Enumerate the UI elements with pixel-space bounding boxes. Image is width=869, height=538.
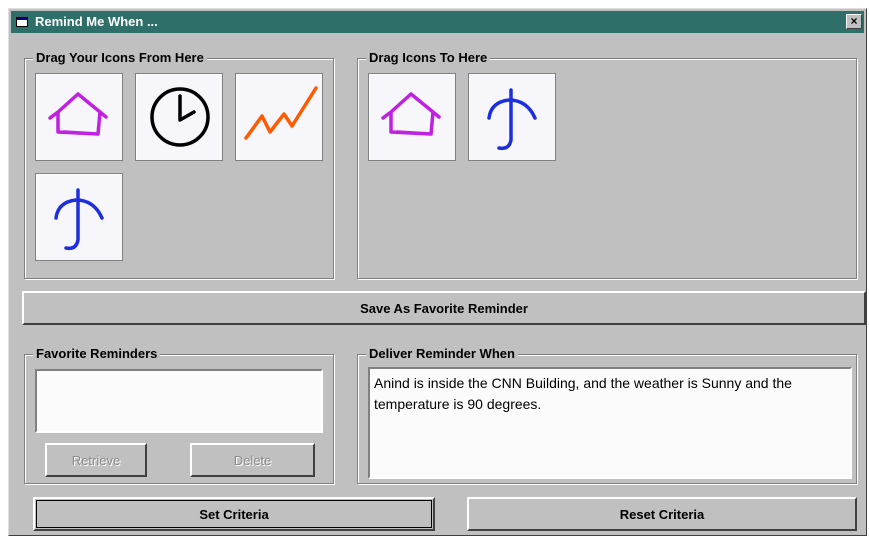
umbrella-icon <box>487 88 537 151</box>
deliver-criteria-text: Anind is inside the CNN Building, and th… <box>374 375 792 412</box>
house-icon <box>381 92 441 136</box>
source-icons-label: Drag Your Icons From Here <box>33 50 207 65</box>
target-icons-group[interactable]: Drag Icons To Here <box>357 50 857 279</box>
source-house-tile[interactable] <box>35 73 123 161</box>
title-bar[interactable]: Remind Me When ... × <box>11 11 864 33</box>
deliver-criteria-textbox[interactable]: Anind is inside the CNN Building, and th… <box>368 367 852 479</box>
save-favorite-button[interactable]: Save As Favorite Reminder <box>22 291 866 325</box>
favorite-reminders-group: Favorite Reminders Retrieve Delete <box>24 346 334 484</box>
source-umbrella-tile[interactable] <box>35 173 123 261</box>
favorite-reminders-label: Favorite Reminders <box>33 346 161 361</box>
set-criteria-button[interactable]: Set Criteria <box>33 497 435 531</box>
deliver-when-group: Deliver Reminder When Anind is inside th… <box>357 346 857 484</box>
remind-me-window: Remind Me When ... × Drag Your Icons Fro… <box>8 8 867 536</box>
retrieve-button[interactable]: Retrieve <box>45 443 147 477</box>
target-house-tile[interactable] <box>368 73 456 161</box>
umbrella-icon <box>54 188 104 251</box>
close-button[interactable]: × <box>846 14 862 29</box>
target-umbrella-tile[interactable] <box>468 73 556 161</box>
app-window-icon <box>16 17 28 27</box>
house-icon <box>48 92 108 136</box>
reset-criteria-button[interactable]: Reset Criteria <box>467 497 857 531</box>
source-trend-tile[interactable] <box>235 73 323 161</box>
source-icons-group: Drag Your Icons From Here <box>24 50 334 279</box>
trend-icon <box>244 86 318 140</box>
favorite-reminders-list[interactable] <box>35 369 323 433</box>
deliver-when-label: Deliver Reminder When <box>366 346 518 361</box>
source-clock-tile[interactable] <box>135 73 223 161</box>
target-icons-label: Drag Icons To Here <box>366 50 491 65</box>
window-title: Remind Me When ... <box>35 14 158 29</box>
clock-icon <box>150 87 210 147</box>
delete-button[interactable]: Delete <box>190 443 315 477</box>
